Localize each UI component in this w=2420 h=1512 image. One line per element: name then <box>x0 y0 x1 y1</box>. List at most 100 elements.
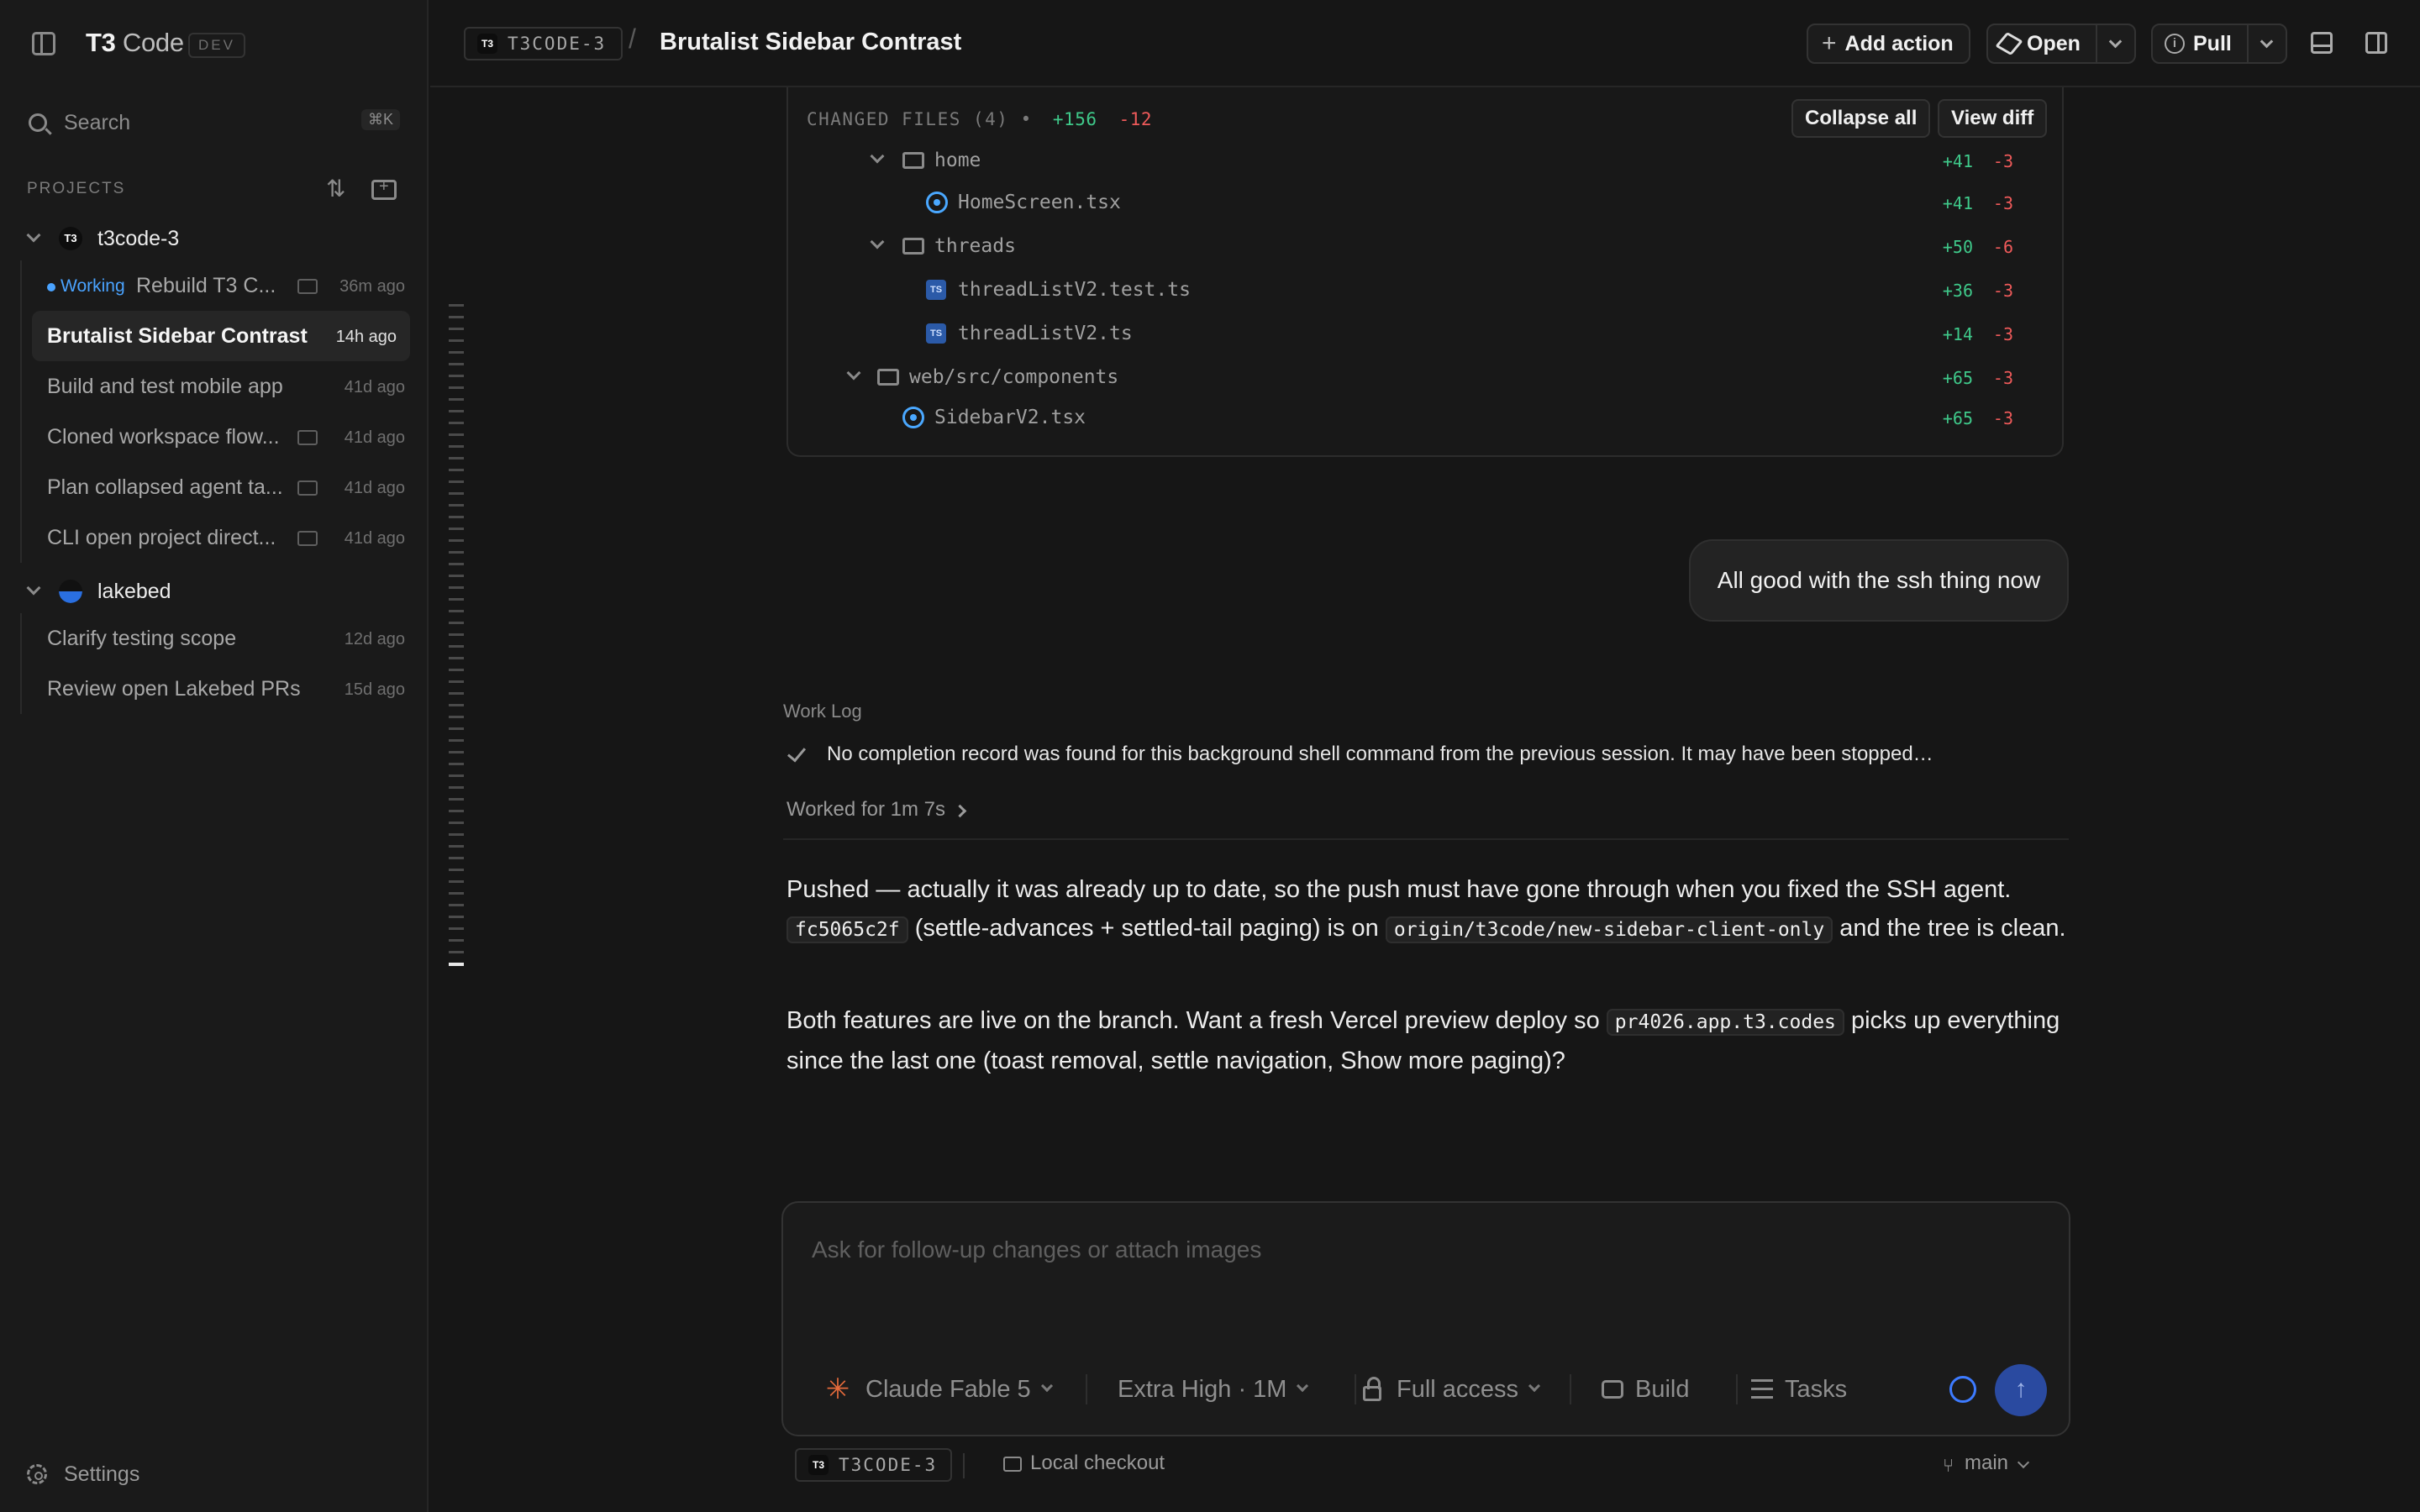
build-label: Build <box>1635 1375 1690 1403</box>
thread-time: 14h ago <box>335 328 397 346</box>
sidebar-toggle-icon[interactable] <box>32 32 55 55</box>
file-tree-folder[interactable]: threads +50 -6 <box>788 225 2062 267</box>
view-diff-button[interactable]: View diff <box>1938 99 2048 138</box>
file-tree-folder[interactable]: web/src/components +65 -3 <box>788 356 2062 398</box>
file-additions: +14 <box>1942 324 1973 344</box>
pull-button[interactable]: Pull <box>2193 32 2247 56</box>
thread-title: CLI open project direct... <box>47 526 276 549</box>
open-menu-chevron-icon[interactable] <box>2097 34 2134 48</box>
lock-open-icon <box>1363 1377 1381 1401</box>
chevron-right-icon[interactable] <box>953 804 967 818</box>
search-icon <box>29 113 47 132</box>
collapse-all-button[interactable]: Collapse all <box>1791 99 1931 138</box>
toggle-bottom-panel-icon[interactable] <box>2311 32 2333 54</box>
thread-item[interactable]: Build and test mobile app 41d ago <box>22 361 412 412</box>
assistant-text: Pushed — actually it was already up to d… <box>786 876 2012 903</box>
checklist-icon <box>1751 1379 1773 1399</box>
add-action-label: Add action <box>1844 31 1954 55</box>
open-button-group: Open <box>1986 24 2136 64</box>
tasks-label: Tasks <box>1785 1375 1848 1403</box>
chevron-down-icon <box>870 234 885 249</box>
message-composer[interactable]: Ask for follow-up changes or attach imag… <box>781 1201 2070 1436</box>
minimap-position-marker[interactable] <box>449 963 464 966</box>
pull-button-group: i Pull <box>2151 24 2287 64</box>
thread-item[interactable]: Review open Lakebed PRs 15d ago <box>22 664 412 714</box>
thread-item[interactable]: Working Rebuild T3 C... 36m ago <box>22 260 412 311</box>
workspace-icon <box>297 531 318 546</box>
send-button[interactable]: ↑ <box>1995 1364 2047 1416</box>
brand-rest: Code <box>115 28 184 57</box>
thread-time: 41d ago <box>344 529 405 548</box>
chevron-down-icon <box>26 580 41 596</box>
pull-menu-chevron-icon[interactable] <box>2249 34 2286 48</box>
build-mode-button[interactable]: Build <box>1602 1371 1690 1408</box>
file-deletions: -3 <box>1992 281 2013 301</box>
thread-item[interactable]: Cloned workspace flow... 41d ago <box>22 412 412 462</box>
project-lakebed[interactable]: lakebed <box>25 573 412 610</box>
branch-selector[interactable]: main <box>1965 1452 2008 1475</box>
project-tag[interactable]: T3 T3CODE-3 <box>464 27 623 60</box>
divider <box>783 838 2069 840</box>
divider <box>1570 1374 1571 1404</box>
user-message-bubble: All good with the ssh thing now <box>1689 539 2069 622</box>
assistant-text: (settle-advances + settled-tail paging) … <box>914 915 1379 942</box>
toggle-right-panel-icon[interactable] <box>2365 32 2387 54</box>
tasks-button[interactable]: Tasks <box>1751 1371 1847 1408</box>
thread-time: 36m ago <box>339 277 405 296</box>
checkout-selector[interactable]: Local checkout <box>1030 1452 1165 1475</box>
working-status-label: Working <box>60 276 125 296</box>
file-name: threadListV2.test.ts <box>958 279 1191 301</box>
file-additions: +50 <box>1942 237 1973 257</box>
sidebar-search[interactable]: Search ⌘K <box>25 106 403 143</box>
divider <box>1355 1374 1356 1404</box>
thread-time: 41d ago <box>344 428 405 447</box>
open-button[interactable]: Open <box>2027 32 2096 56</box>
new-folder-icon[interactable] <box>371 177 397 200</box>
file-name: threads <box>934 235 1016 257</box>
folder-icon <box>902 238 924 255</box>
project-tag-label: T3CODE-3 <box>839 1455 938 1475</box>
thread-title: Brutalist Sidebar Contrast <box>47 324 308 348</box>
sidebar-header: T3 Code DEV <box>0 0 429 87</box>
file-tree-file[interactable]: TS threadListV2.test.ts +36 -3 <box>788 269 2062 311</box>
file-additions: +41 <box>1942 151 1973 171</box>
workspace-icon <box>297 480 318 496</box>
access-selector[interactable]: Full access <box>1363 1371 1541 1408</box>
thread-title: Plan collapsed agent ta... <box>47 475 283 499</box>
work-log-label: Work Log <box>783 701 862 722</box>
project-name: lakebed <box>97 580 171 603</box>
chevron-down-icon[interactable] <box>2017 1456 2030 1469</box>
conversation-minimap[interactable] <box>449 304 464 973</box>
thread-time: 12d ago <box>344 630 405 648</box>
folder-icon <box>877 369 899 386</box>
add-action-button[interactable]: + Add action <box>1807 24 1970 64</box>
file-deletions: -3 <box>1992 151 2013 171</box>
file-tree-folder[interactable]: home +41 -3 <box>788 139 2062 181</box>
assistant-paragraph: Pushed — actually it was already up to d… <box>786 870 2072 949</box>
assistant-paragraph: Both features are live on the branch. Wa… <box>786 1001 2072 1080</box>
project-t3code-3[interactable]: T3 t3code-3 <box>25 220 412 257</box>
projects-label: PROJECTS <box>27 180 126 197</box>
model-selector[interactable]: ✳ Claude Fable 5 <box>825 1371 1053 1408</box>
thread-title: Clarify testing scope <box>47 627 237 650</box>
file-tree-file[interactable]: SidebarV2.tsx +65 -3 <box>788 396 2062 438</box>
file-tree-file[interactable]: TS threadListV2.ts +14 -3 <box>788 312 2062 354</box>
sort-icon[interactable]: ⇅ <box>326 176 351 202</box>
footer-project-tag[interactable]: T3 T3CODE-3 <box>795 1448 953 1482</box>
chevron-down-icon <box>1297 1379 1309 1393</box>
thread-item-active[interactable]: Brutalist Sidebar Contrast 14h ago <box>32 311 410 361</box>
effort-selector[interactable]: Extra High · 1M <box>1118 1371 1309 1408</box>
project-tag-label: T3CODE-3 <box>508 34 607 54</box>
file-tree-file[interactable]: HomeScreen.tsx +41 -3 <box>788 181 2062 223</box>
thread-item[interactable]: CLI open project direct... 41d ago <box>22 512 412 563</box>
file-name: threadListV2.ts <box>958 323 1133 344</box>
work-log-entry: No completion record was found for this … <box>786 739 2064 773</box>
thread-item[interactable]: Clarify testing scope 12d ago <box>22 613 412 664</box>
thread-item[interactable]: Plan collapsed agent ta... 41d ago <box>22 462 412 512</box>
file-name: SidebarV2.tsx <box>934 407 1086 428</box>
page-title: Brutalist Sidebar Contrast <box>660 29 962 55</box>
search-shortcut: ⌘K <box>360 109 400 130</box>
worked-for-toggle[interactable]: Worked for 1m 7s <box>786 798 945 822</box>
folder-icon <box>1003 1457 1022 1472</box>
divider <box>1736 1374 1738 1404</box>
